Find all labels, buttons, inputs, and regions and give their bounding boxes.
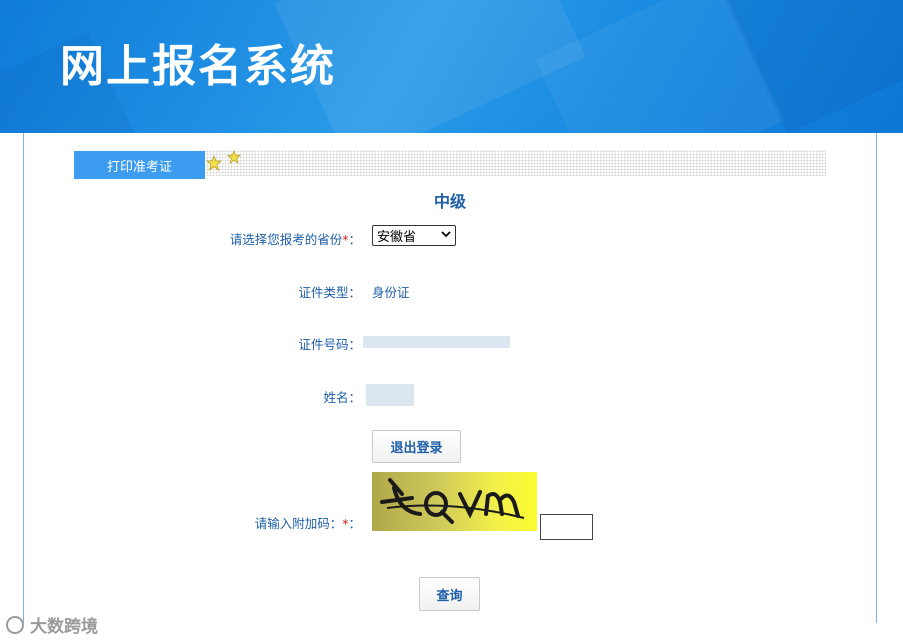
site-title: 网上报名系统 [60, 41, 336, 92]
watermark-logo-icon [6, 615, 24, 634]
id-number-label: 证件号码： [298, 337, 361, 352]
content-border-right [876, 133, 877, 623]
id-type-value: 身份证 [372, 285, 410, 300]
captcha-image [372, 472, 537, 531]
colon: ： [348, 516, 361, 531]
province-label: 请选择您报考的省份*： [230, 229, 361, 248]
captcha-input[interactable] [540, 514, 593, 540]
province-select[interactable]: 安徽省 [372, 225, 456, 246]
watermark-text: 大数跨境 [30, 617, 98, 637]
id-type-label: 证件类型： [298, 285, 361, 300]
province-selected-value: 安徽省 [377, 230, 417, 245]
chevron-down-icon [441, 230, 451, 241]
colon: ： [348, 232, 361, 247]
content-border-left [23, 133, 24, 623]
star-icon [206, 155, 222, 171]
watermark: 大数跨境 [6, 612, 98, 637]
page: 网上报名系统 打印准考证 中级 请选择您报考的省份*： 安徽省 证件类型： 身份… [0, 0, 903, 640]
header-banner: 网上报名系统 [0, 0, 903, 133]
name-label: 姓名： [323, 390, 361, 405]
id-number-redacted [363, 336, 510, 348]
captcha-label: 请输入附加码：*： [255, 513, 361, 532]
exam-level-title: 中级 [433, 192, 466, 211]
query-button[interactable]: 查询 [419, 577, 480, 611]
logout-button[interactable]: 退出登录 [372, 430, 461, 463]
name-redacted [366, 384, 414, 406]
tab-print-admission-ticket[interactable]: 打印准考证 [74, 151, 205, 179]
star-icon [227, 150, 241, 164]
province-label-text: 请选择您报考的省份 [229, 232, 343, 247]
captcha-graphic [380, 478, 525, 524]
captcha-label-text: 请输入附加码： [254, 516, 343, 531]
